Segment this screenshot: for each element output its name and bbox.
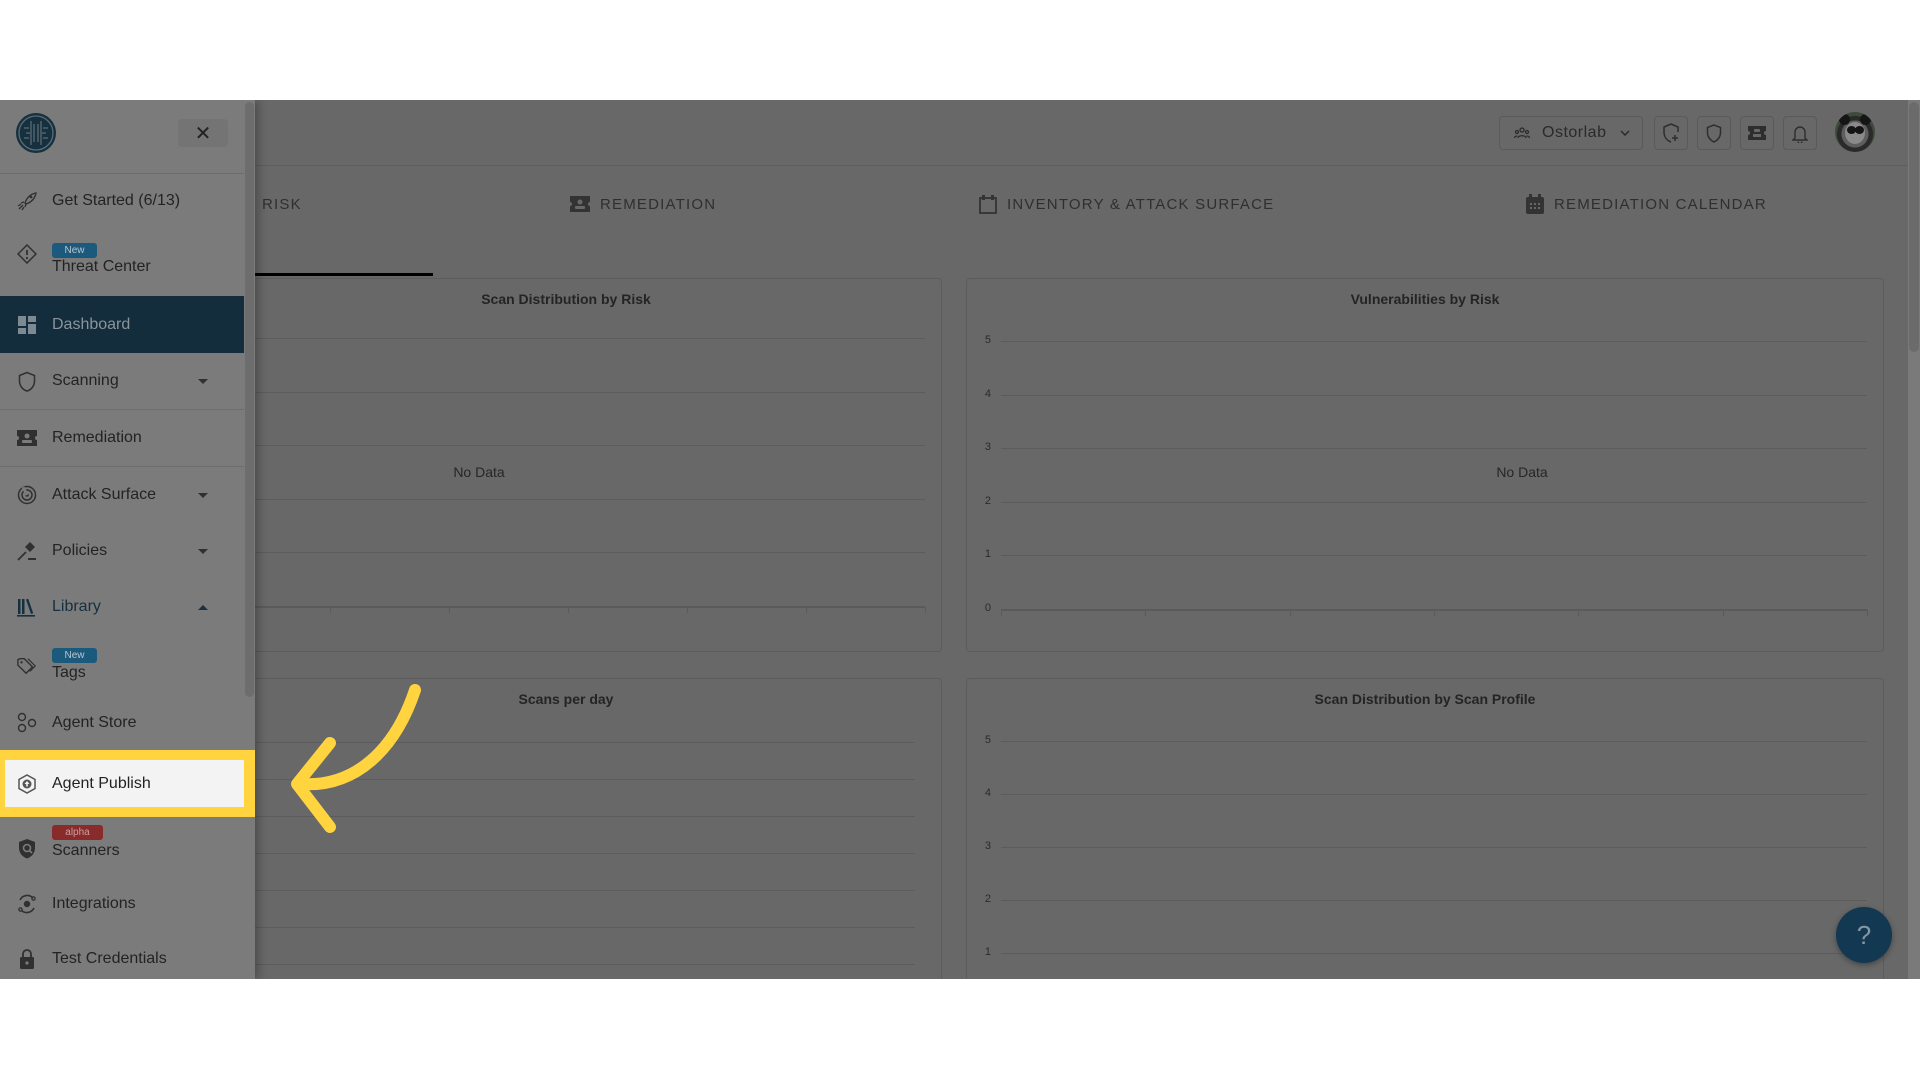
app-window: Ostorlab RISK REMEDIATION INVENTORY & AT… xyxy=(0,100,1920,979)
arrow-shaft xyxy=(294,684,421,791)
annotation-arrow xyxy=(291,684,421,833)
